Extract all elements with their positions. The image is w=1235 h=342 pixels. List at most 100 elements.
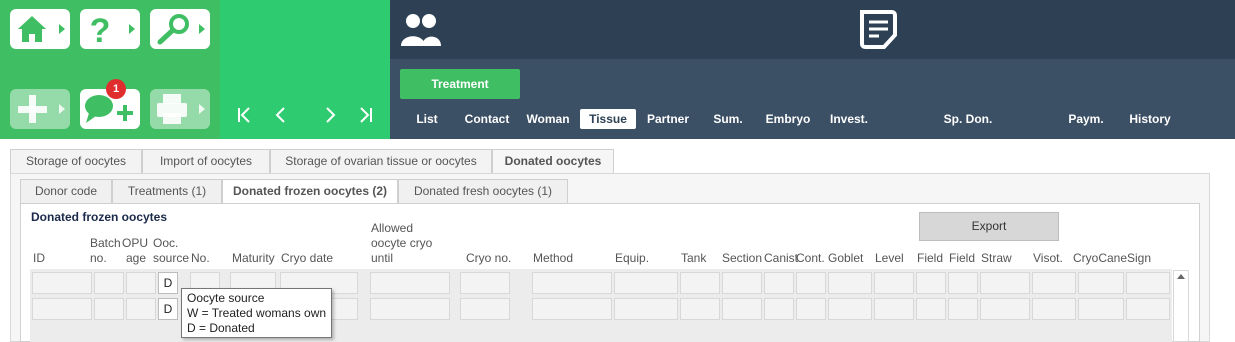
column-header-maturity: Maturity <box>232 251 275 265</box>
cell-level[interactable] <box>874 272 914 294</box>
column-header-opu-line2: age <box>126 251 147 265</box>
cell-cryo-no[interactable] <box>460 272 510 294</box>
cell-field-1[interactable] <box>916 298 946 320</box>
cell-sign[interactable] <box>1126 272 1170 294</box>
tab-donor-code[interactable]: Donor code <box>20 179 112 203</box>
cell-straw[interactable] <box>980 298 1030 320</box>
cell-batch-no[interactable] <box>94 298 124 320</box>
cell-tank[interactable] <box>680 298 720 320</box>
cell-goblet[interactable] <box>828 272 872 294</box>
next-record-icon <box>326 107 336 123</box>
cell-equip[interactable] <box>614 298 678 320</box>
column-header-allowed-line1: Allowed <box>371 221 414 235</box>
tab-investigation[interactable]: Invest. <box>824 109 874 129</box>
cell-ooc-source[interactable]: D <box>158 298 178 320</box>
cell-allowed-until[interactable] <box>370 272 450 294</box>
cell-section[interactable] <box>722 272 762 294</box>
add-icon <box>18 95 47 123</box>
column-header-sign: Sign <box>1127 251 1152 265</box>
help-button[interactable]: ? <box>80 9 140 49</box>
cell-goblet[interactable] <box>828 298 872 320</box>
tab-partner[interactable]: Partner <box>644 109 692 129</box>
search-button[interactable] <box>150 9 210 49</box>
add-comment-button[interactable]: 1 <box>80 79 140 129</box>
notes-icon[interactable] <box>857 8 901 52</box>
cell-straw[interactable] <box>980 272 1030 294</box>
tab-embryo[interactable]: Embryo <box>762 109 814 129</box>
tab-donated-oocytes[interactable]: Donated oocytes <box>492 149 614 174</box>
scroll-up-icon[interactable] <box>1177 274 1185 279</box>
cell-field-2[interactable] <box>948 272 978 294</box>
cell-sign[interactable] <box>1126 298 1170 320</box>
column-header-section: Section <box>722 251 763 265</box>
tab-tissue[interactable]: Tissue <box>580 109 636 129</box>
cell-tank[interactable] <box>680 272 720 294</box>
print-icon <box>157 94 187 124</box>
add-button[interactable] <box>10 89 70 129</box>
last-record-icon <box>360 107 372 123</box>
tab-summary[interactable]: Sum. <box>708 109 748 129</box>
previous-record-icon <box>275 107 285 123</box>
cell-cryocane[interactable] <box>1078 298 1124 320</box>
column-header-batch-line1: Batch <box>90 236 121 250</box>
cell-equip[interactable] <box>614 272 678 294</box>
previous-record-button[interactable] <box>266 100 296 130</box>
cell-field-1[interactable] <box>916 272 946 294</box>
tab-storage-of-oocytes[interactable]: Storage of oocytes <box>10 149 142 173</box>
treatment-button[interactable]: Treatment <box>400 69 520 99</box>
cell-canister[interactable] <box>764 272 794 294</box>
tab-treatments[interactable]: Treatments (1) <box>112 179 222 203</box>
column-header-visotube: Visot. <box>1033 251 1063 265</box>
tab-contact[interactable]: Contact <box>462 109 512 129</box>
cell-visotube[interactable] <box>1032 272 1076 294</box>
column-header-method: Method <box>533 251 574 265</box>
home-button[interactable] <box>10 9 70 49</box>
cell-canister[interactable] <box>764 298 794 320</box>
column-header-ooc-source-line1: Ooc. <box>153 236 179 250</box>
tab-history[interactable]: History <box>1122 109 1178 129</box>
cell-field-2[interactable] <box>948 298 978 320</box>
tab-sperm-donor[interactable]: Sp. Don. <box>940 109 996 129</box>
cell-section[interactable] <box>722 298 762 320</box>
cell-visotube[interactable] <box>1032 298 1076 320</box>
tab-list[interactable]: List <box>410 109 444 129</box>
column-header-tank: Tank <box>681 251 707 265</box>
cell-cryocane[interactable] <box>1078 272 1124 294</box>
cell-cryo-no[interactable] <box>460 298 510 320</box>
cell-batch-no[interactable] <box>94 272 124 294</box>
column-header-id: ID <box>33 251 45 265</box>
tab-storage-ovarian-tissue[interactable]: Storage of ovarian tissue or oocytes <box>270 149 492 173</box>
patients-icon[interactable] <box>399 9 443 49</box>
column-header-allowed-line3: until <box>371 251 394 265</box>
cell-id[interactable] <box>32 272 92 294</box>
cell-opu-age[interactable] <box>126 272 156 294</box>
tab-donated-fresh-oocytes[interactable]: Donated fresh oocytes (1) <box>398 179 568 203</box>
tab-import-of-oocytes[interactable]: Import of oocytes <box>142 149 270 173</box>
cell-level[interactable] <box>874 298 914 320</box>
header: Treatment List Contact Woman Tissue Part… <box>390 0 1235 139</box>
cell-container[interactable] <box>796 272 826 294</box>
column-header-goblet: Goblet <box>828 251 864 265</box>
header-tab-bar: Treatment List Contact Woman Tissue Part… <box>390 59 1235 139</box>
tab-payment[interactable]: Paym. <box>1064 109 1108 129</box>
cell-method[interactable] <box>532 272 612 294</box>
tab-woman[interactable]: Woman <box>524 109 572 129</box>
svg-text:?: ? <box>90 12 111 49</box>
grid-scrollbar[interactable] <box>1173 270 1189 342</box>
tab-donated-frozen-oocytes[interactable]: Donated frozen oocytes (2) <box>222 179 398 204</box>
column-header-no: No. <box>191 251 210 265</box>
export-button[interactable]: Export <box>919 212 1059 241</box>
column-header-opu-line1: OPU <box>122 236 149 250</box>
print-button[interactable] <box>150 89 210 129</box>
cell-allowed-until[interactable] <box>370 298 450 320</box>
cell-id[interactable] <box>32 298 92 320</box>
column-header-equip: Equip. <box>615 251 650 265</box>
cell-ooc-source[interactable]: D <box>158 272 178 294</box>
column-header-container: Cont. <box>796 251 825 265</box>
cell-container[interactable] <box>796 298 826 320</box>
first-record-button[interactable] <box>230 100 260 130</box>
next-record-button[interactable] <box>315 100 345 130</box>
cell-opu-age[interactable] <box>126 298 156 320</box>
last-record-button[interactable] <box>350 100 380 130</box>
cell-method[interactable] <box>532 298 612 320</box>
